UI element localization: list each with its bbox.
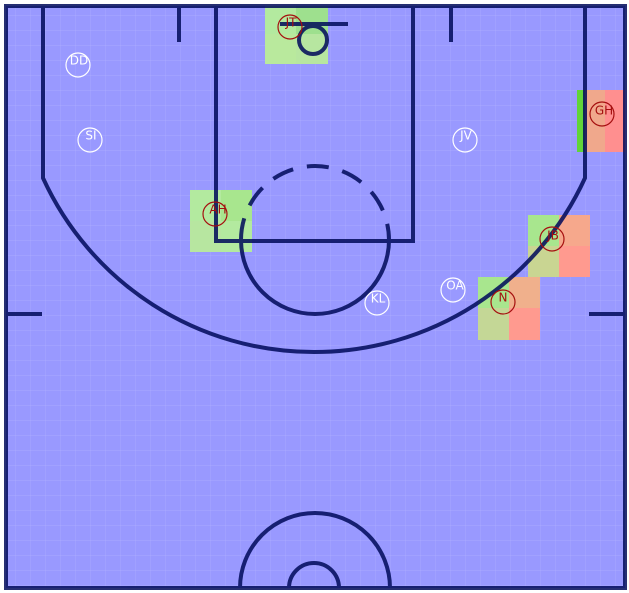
player-label-si: SI (85, 129, 96, 143)
player-label-kl: KL (371, 292, 386, 306)
player-label-n: N (499, 291, 508, 305)
basketball-half-court: DD SI JV KL OA JT GH AH JB N (4, 4, 627, 590)
player-label-jv: JV (459, 129, 473, 143)
player-label-dd: DD (70, 54, 88, 68)
player-label-jt: JT (285, 16, 298, 30)
court-view: DD SI JV KL OA JT GH AH JB N (0, 0, 629, 593)
player-label-oa: OA (446, 279, 464, 293)
player-label-ah: AH (209, 203, 226, 217)
player-label-gh: GH (595, 104, 613, 118)
player-label-jb: JB (546, 229, 559, 243)
